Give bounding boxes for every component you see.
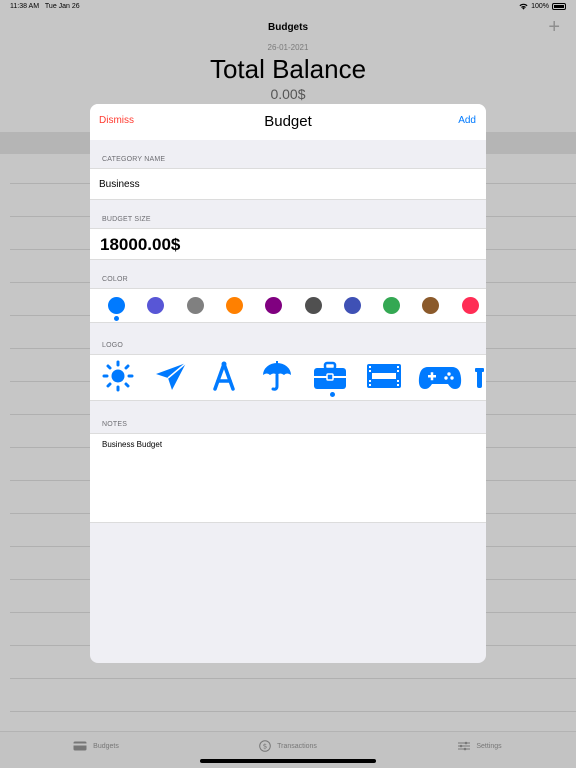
sliders-icon xyxy=(458,741,471,751)
category-name-header: CATEGORY NAME xyxy=(102,156,166,163)
logo-header: LOGO xyxy=(102,342,124,349)
tab-label: Budgets xyxy=(93,742,119,750)
partial-icon[interactable] xyxy=(474,360,486,392)
status-bar: 11:38 AM Tue Jan 26 100% xyxy=(0,0,576,14)
briefcase-icon[interactable] xyxy=(312,360,348,392)
color-swatch[interactable] xyxy=(226,297,243,314)
sun-icon[interactable] xyxy=(100,360,136,392)
gamecontroller-icon[interactable] xyxy=(418,360,462,392)
film-icon[interactable] xyxy=(366,360,402,392)
status-right: 100% xyxy=(519,3,566,10)
sheet-header: Dismiss Budget Add xyxy=(90,104,486,140)
tab-label: Settings xyxy=(476,742,502,750)
status-date: Tue Jan 26 xyxy=(44,3,80,10)
color-swatch[interactable] xyxy=(462,297,479,314)
selected-logo-indicator xyxy=(330,392,335,397)
status-time-date: 11:38 AM Tue Jan 26 xyxy=(10,3,80,10)
logo-picker xyxy=(90,354,486,401)
color-swatch[interactable] xyxy=(422,297,439,314)
category-name-field[interactable]: Business xyxy=(90,168,486,200)
dollar-circle-icon: $ xyxy=(259,740,271,752)
list-divider xyxy=(10,711,576,712)
budget-size-header: BUDGET SIZE xyxy=(102,216,151,223)
paperplane-icon[interactable] xyxy=(153,360,189,392)
color-swatch[interactable] xyxy=(187,297,204,314)
battery-icon xyxy=(552,3,566,10)
budget-form: CATEGORY NAME Business BUDGET SIZE 18000… xyxy=(90,140,486,523)
notes-header: NOTES xyxy=(102,421,128,428)
umbrella-icon[interactable] xyxy=(259,360,295,392)
list-divider xyxy=(10,678,576,679)
color-swatch[interactable] xyxy=(147,297,164,314)
tab-label: Transactions xyxy=(277,742,317,750)
budget-size-field[interactable]: 18000.00$ xyxy=(90,228,486,260)
selected-color-indicator xyxy=(114,316,119,321)
wifi-icon xyxy=(519,3,528,10)
tab-settings[interactable]: Settings xyxy=(384,732,576,768)
notes-field[interactable]: Business Budget xyxy=(90,433,486,523)
color-swatch[interactable] xyxy=(265,297,282,314)
status-time: 11:38 AM xyxy=(10,3,40,10)
compass-icon[interactable] xyxy=(206,360,242,392)
color-swatch[interactable] xyxy=(344,297,361,314)
budget-sheet: Dismiss Budget Add CATEGORY NAME Busines… xyxy=(90,104,486,663)
tab-budgets[interactable]: Budgets xyxy=(0,732,192,768)
battery-percent: 100% xyxy=(531,3,549,10)
header-date: 26-01-2021 xyxy=(267,43,309,52)
sheet-title: Budget xyxy=(264,113,312,130)
card-icon xyxy=(73,741,87,751)
color-picker xyxy=(90,288,486,323)
color-header: COLOR xyxy=(102,276,128,283)
nav-title: Budgets xyxy=(268,22,308,33)
add-budget-button[interactable]: + xyxy=(548,16,560,39)
color-swatch[interactable] xyxy=(383,297,400,314)
page-title: Total Balance xyxy=(209,54,367,84)
home-indicator xyxy=(200,759,376,763)
svg-text:$: $ xyxy=(263,743,267,751)
total-balance: 0.00$ xyxy=(270,86,306,102)
add-button[interactable]: Add xyxy=(458,115,476,126)
color-swatch[interactable] xyxy=(108,297,125,314)
color-swatch[interactable] xyxy=(305,297,322,314)
